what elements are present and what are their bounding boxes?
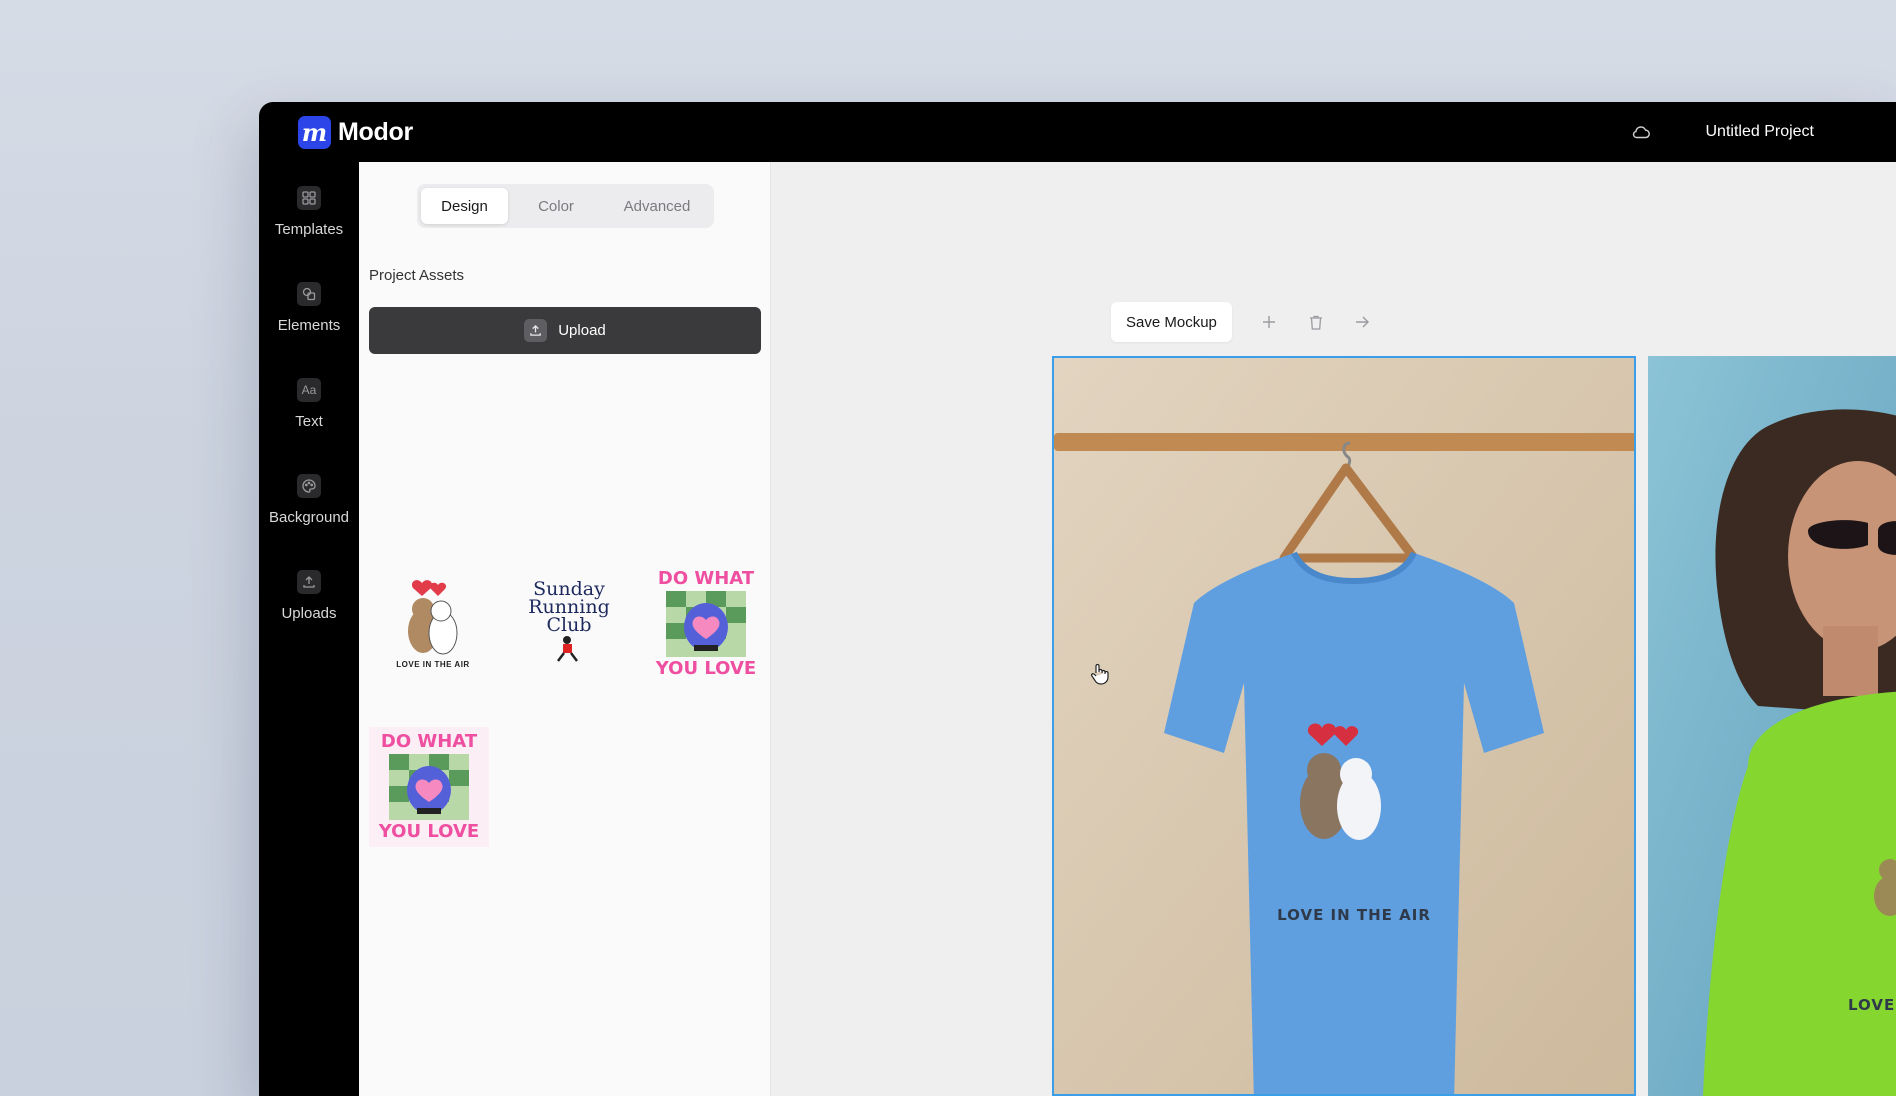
grid-icon	[297, 186, 321, 210]
model-photo	[1648, 356, 1896, 1096]
sidebar-item-elements[interactable]: Elements	[259, 282, 359, 334]
add-icon[interactable]	[1259, 312, 1279, 332]
canvas-area: Save Mockup LOVE IN THE AIR LOVE	[771, 162, 1896, 1096]
section-title: Project Assets	[369, 267, 465, 284]
sidebar-item-background[interactable]: Background	[259, 474, 359, 526]
upload-label: Upload	[558, 322, 606, 339]
shapes-icon	[297, 282, 321, 306]
text-icon: Aa	[297, 378, 321, 402]
asset-line: DO WHAT	[380, 731, 478, 752]
asset-do-what-you-love-2[interactable]: DO WHAT YOU LOVE	[369, 727, 489, 847]
design-panel: Design Color Advanced Project Assets Upl…	[359, 162, 771, 1096]
logo-mark: m	[298, 115, 331, 149]
tab-design[interactable]: Design	[421, 188, 508, 224]
mockup-green-tshirt[interactable]: LOVE IN THE AIR	[1648, 356, 1896, 1096]
sidebar-item-label: Text	[295, 413, 323, 430]
hand-cursor-icon	[1091, 663, 1109, 685]
tab-advanced[interactable]: Advanced	[604, 188, 710, 224]
app-logo[interactable]: m Modor	[298, 115, 413, 149]
sidebar: Templates Elements Aa Text Background Up…	[259, 162, 359, 1096]
sidebar-item-label: Background	[268, 509, 350, 526]
heart-illustration	[666, 591, 746, 657]
heart-illustration	[389, 754, 469, 820]
sidebar-item-label: Uploads	[281, 605, 337, 622]
palette-icon	[297, 474, 321, 498]
asset-do-what-you-love[interactable]: DO WHAT YOU LOVE	[646, 564, 766, 684]
sidebar-item-label: Templates	[274, 221, 344, 238]
shirt-print-text: LOVE IN THE AIR	[1848, 996, 1896, 1014]
asset-line: Club	[546, 614, 592, 636]
save-mockup-button[interactable]: Save Mockup	[1111, 302, 1232, 342]
asset-line: YOU LOVE	[378, 821, 480, 842]
cat-print-illustration	[1874, 859, 1896, 916]
asset-caption: LOVE IN THE AIR	[396, 660, 470, 669]
asset-sunday-running-club[interactable]: Sunday Running Club	[509, 562, 629, 682]
app-name: Modor	[338, 117, 413, 146]
asset-line: YOU LOVE	[655, 658, 757, 679]
shirt-print-text: LOVE IN THE AIR	[1277, 906, 1431, 924]
cloud-save-icon[interactable]	[1630, 121, 1652, 143]
sidebar-item-uploads[interactable]: Uploads	[259, 570, 359, 622]
arrow-right-icon[interactable]	[1353, 312, 1373, 332]
upload-button[interactable]: Upload	[369, 307, 761, 354]
runner-illustration	[557, 636, 578, 662]
trash-icon[interactable]	[1306, 312, 1326, 332]
sidebar-item-text[interactable]: Aa Text	[259, 378, 359, 430]
top-bar: m Modor Untitled Project	[259, 102, 1896, 162]
upload-icon	[297, 570, 321, 594]
sidebar-item-label: Elements	[277, 317, 341, 334]
project-title[interactable]: Untitled Project	[1706, 123, 1815, 141]
mockup-blue-tshirt[interactable]: LOVE IN THE AIR	[1052, 356, 1636, 1096]
upload-icon	[524, 319, 548, 342]
mockup-toolbar: Save Mockup	[1111, 302, 1373, 342]
asset-line: DO WHAT	[657, 568, 755, 589]
panel-tabs: Design Color Advanced	[417, 184, 714, 228]
tab-color[interactable]: Color	[508, 188, 604, 224]
tshirt-hanger-photo	[1054, 358, 1634, 1094]
sidebar-item-templates[interactable]: Templates	[259, 186, 359, 238]
app-window: m Modor Untitled Project Templates Eleme…	[259, 102, 1896, 1096]
